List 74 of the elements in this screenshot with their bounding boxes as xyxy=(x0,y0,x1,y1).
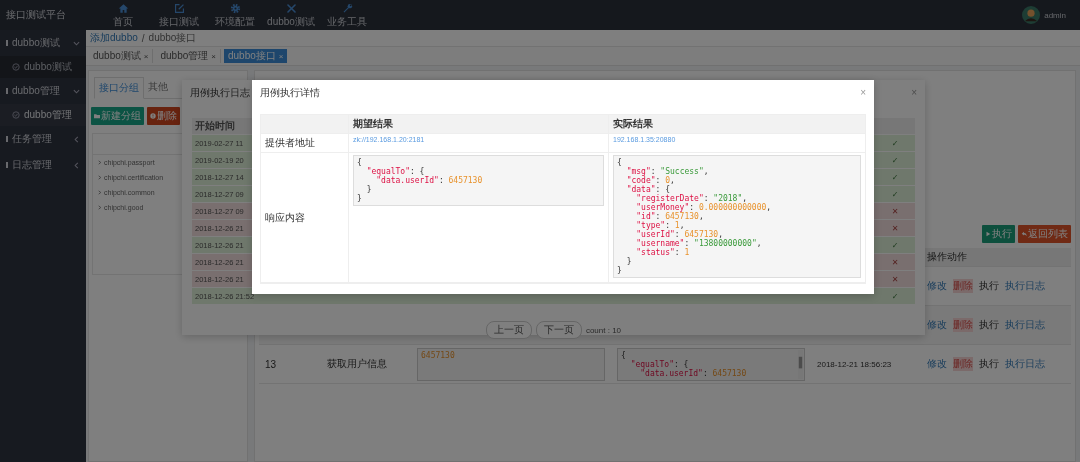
table-cell: 2018-12-21 18:56:23 xyxy=(817,359,892,369)
status-mark: ✕ xyxy=(890,274,900,284)
column-header: 期望结果 xyxy=(349,115,609,133)
play-icon xyxy=(985,231,991,237)
column-header: 操作动作 xyxy=(926,250,968,264)
status-mark: ✕ xyxy=(890,206,900,216)
caret-icon xyxy=(97,205,102,210)
page-tab[interactable]: dubbo测试 × xyxy=(89,49,154,63)
table-cell: 提供者地址 xyxy=(261,134,349,152)
dialog-title: 用例执行日志 xyxy=(190,86,250,100)
edit-icon xyxy=(173,3,185,14)
close-button[interactable]: × xyxy=(860,87,866,99)
text-area[interactable]: 6457130 xyxy=(417,347,605,381)
breadcrumb-text: / xyxy=(141,32,145,44)
status-mark: ✓ xyxy=(890,189,900,199)
check-circle-icon xyxy=(12,63,20,71)
column-header: 实际结果 xyxy=(612,117,654,131)
dialog-title: 用例执行详情 xyxy=(260,86,320,100)
nav-item[interactable]: 首页 xyxy=(95,3,151,27)
app-logo: 接口测试平台 xyxy=(5,8,67,22)
delete-button[interactable]: 删除 xyxy=(147,107,180,125)
close-button[interactable]: × xyxy=(911,87,917,99)
breadcrumb-text: dubbo接口 xyxy=(148,31,197,45)
sidebar-group[interactable]: 任务管理 xyxy=(0,126,86,152)
table-cell: 响应内容 xyxy=(261,153,349,282)
page-tab[interactable]: dubbo接口 × xyxy=(223,49,288,63)
status-mark: ✓ xyxy=(890,291,900,301)
action-link[interactable]: 修改 xyxy=(927,279,947,293)
gear-icon xyxy=(229,3,241,14)
action-link[interactable]: 执行 xyxy=(979,357,999,371)
status-mark: ✕ xyxy=(890,257,900,267)
column-header: 开始时间 xyxy=(194,119,236,133)
check-circle-icon xyxy=(12,111,20,119)
table-cell: 13 xyxy=(265,358,277,370)
action-link[interactable]: 执行 xyxy=(979,279,999,293)
home-icon xyxy=(117,3,129,14)
back-button[interactable]: 返回列表 xyxy=(1018,225,1071,243)
action-link[interactable]: 执行 xyxy=(979,318,999,332)
code-block: { "equalTo": { "data.userId": 6457130 } } xyxy=(353,155,604,206)
status-mark: ✓ xyxy=(890,138,900,148)
action-link[interactable]: 执行日志 xyxy=(1005,318,1045,332)
status-mark: ✓ xyxy=(890,240,900,250)
record-count: count : 10 xyxy=(585,325,622,335)
panel-tab[interactable]: 接口分组 xyxy=(94,77,144,99)
action-link[interactable]: 修改 xyxy=(927,318,947,332)
user-name[interactable]: admin xyxy=(1044,10,1066,20)
sidebar-group[interactable]: dubbo管理 xyxy=(0,78,86,104)
sidebar-group[interactable]: dubbo测试 xyxy=(0,30,86,56)
page-tab[interactable]: dubbo管理 × xyxy=(156,49,221,63)
status-mark: ✕ xyxy=(890,223,900,233)
sidebar-item[interactable]: dubbo管理 xyxy=(0,104,86,126)
delete-link[interactable]: 删除 xyxy=(953,279,973,293)
status-mark: ✓ xyxy=(890,172,900,182)
avatar-icon[interactable] xyxy=(1022,6,1041,24)
caret-icon xyxy=(97,160,102,165)
caret-icon xyxy=(97,190,102,195)
table-cell: 获取用户信息 xyxy=(327,357,387,371)
wrench-icon xyxy=(341,3,353,14)
delete-link[interactable]: 删除 xyxy=(953,357,973,371)
alert-icon xyxy=(150,113,156,119)
add-button[interactable]: 新建分组 xyxy=(91,107,144,125)
folder-icon xyxy=(94,113,100,119)
code-block: { "msg": "Success", "code": 0, "data": { "registerDate": "2018", "userMoney": 0.000000000000, "id": 6457130, "type": 1, "userId": 6457130, "username": "13800000000", "status": 1 } } xyxy=(613,155,861,278)
run-button[interactable]: 执行 xyxy=(982,225,1015,243)
breadcrumb-link[interactable]: 添加dubbo xyxy=(90,31,138,45)
caret-icon xyxy=(97,175,102,180)
panel-tab[interactable]: 其他 xyxy=(144,77,172,98)
action-link[interactable]: 执行日志 xyxy=(1005,279,1045,293)
delete-link[interactable]: 删除 xyxy=(953,318,973,332)
action-link[interactable]: 执行日志 xyxy=(1005,357,1045,371)
action-link[interactable]: 修改 xyxy=(927,357,947,371)
status-mark: ✓ xyxy=(890,155,900,165)
text-area[interactable]: { "equalTo": { "data.userId": 6457130 xyxy=(617,347,805,381)
back-arrow-icon xyxy=(1021,231,1027,237)
